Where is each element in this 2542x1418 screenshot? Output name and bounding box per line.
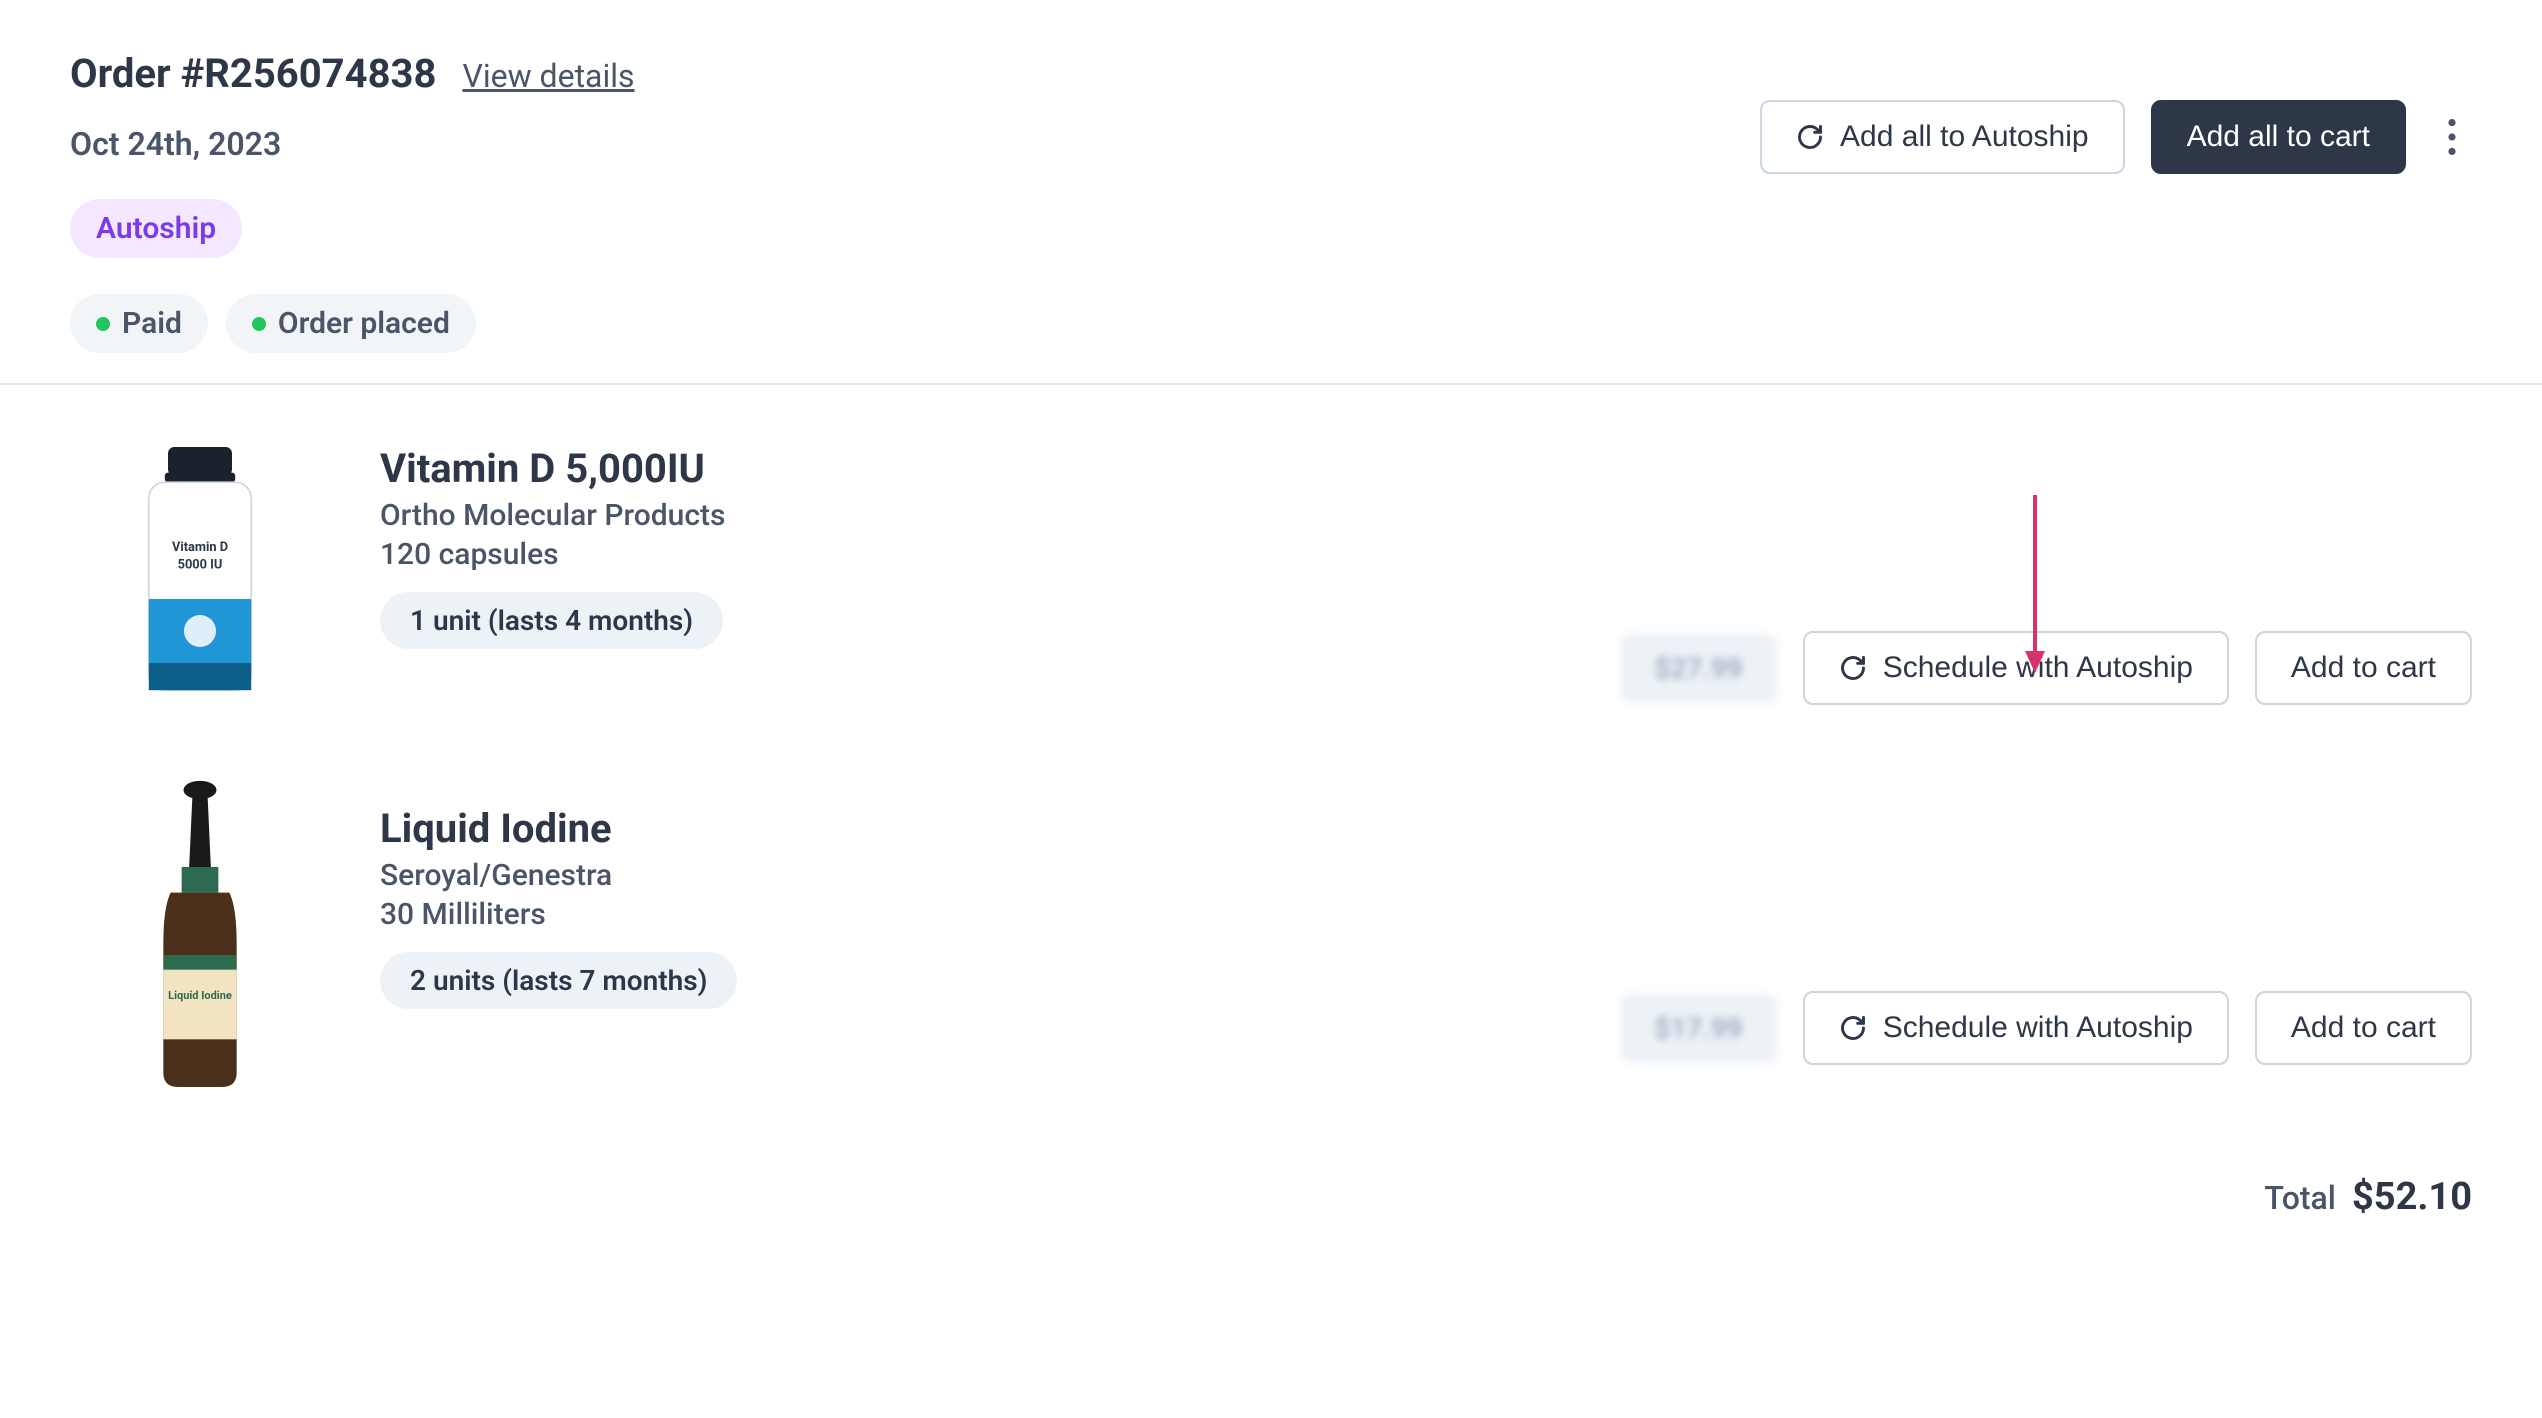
add-all-autoship-button[interactable]: Add all to Autoship: [1760, 100, 2125, 174]
order-title: Order #R256074838: [70, 50, 436, 97]
add-all-cart-label: Add all to cart: [2187, 120, 2370, 154]
paid-label: Paid: [122, 306, 182, 341]
product-brand: Ortho Molecular Products: [380, 498, 1570, 533]
refresh-icon: [1796, 123, 1824, 151]
add-to-cart-label: Add to cart: [2291, 651, 2436, 685]
add-to-cart-button[interactable]: Add to cart: [2255, 991, 2472, 1065]
product-price: $17.99: [1620, 994, 1776, 1063]
schedule-autoship-button[interactable]: Schedule with Autoship: [1803, 631, 2229, 705]
product-brand: Seroyal/Genestra: [380, 858, 1570, 893]
add-all-autoship-label: Add all to Autoship: [1840, 120, 2089, 154]
order-placed-status-badge: Order placed: [226, 294, 476, 353]
status-dot-icon: [252, 317, 266, 331]
svg-text:Vitamin D: Vitamin D: [172, 540, 228, 555]
total-label: Total: [2264, 1179, 2336, 1217]
product-name: Liquid Iodine: [380, 805, 1570, 852]
view-details-link[interactable]: View details: [462, 57, 634, 95]
add-to-cart-button[interactable]: Add to cart: [2255, 631, 2472, 705]
schedule-autoship-button[interactable]: Schedule with Autoship: [1803, 991, 2229, 1065]
more-options-button[interactable]: [2432, 119, 2472, 155]
autoship-badge: Autoship: [70, 199, 242, 258]
vertical-dots-icon: [2448, 119, 2456, 155]
product-price: $27.99: [1620, 634, 1776, 703]
order-placed-label: Order placed: [278, 306, 450, 341]
order-item-row: Liquid Iodine Liquid Iodine Seroyal/Gene…: [70, 805, 2472, 1065]
product-image: Liquid Iodine: [70, 805, 330, 1065]
refresh-icon: [1839, 1014, 1867, 1042]
unit-info-pill: 2 units (lasts 7 months): [380, 952, 737, 1009]
add-all-cart-button[interactable]: Add all to cart: [2151, 100, 2406, 174]
order-date: Oct 24th, 2023: [70, 125, 635, 163]
schedule-autoship-label: Schedule with Autoship: [1883, 1011, 2193, 1045]
schedule-autoship-label: Schedule with Autoship: [1883, 651, 2193, 685]
total-value: $52.10: [2352, 1175, 2472, 1219]
product-image: Vitamin D 5000 IU: [70, 445, 330, 705]
product-size: 30 Milliliters: [380, 897, 1570, 932]
refresh-icon: [1839, 654, 1867, 682]
order-item-row: Vitamin D 5000 IU Vitamin D 5,000IU Orth…: [70, 445, 2472, 705]
svg-text:Liquid Iodine: Liquid Iodine: [168, 989, 232, 1002]
product-size: 120 capsules: [380, 537, 1570, 572]
unit-info-pill: 1 unit (lasts 4 months): [380, 592, 723, 649]
svg-text:5000 IU: 5000 IU: [178, 558, 223, 573]
add-to-cart-label: Add to cart: [2291, 1011, 2436, 1045]
product-name: Vitamin D 5,000IU: [380, 445, 1570, 492]
paid-status-badge: Paid: [70, 294, 208, 353]
status-dot-icon: [96, 317, 110, 331]
